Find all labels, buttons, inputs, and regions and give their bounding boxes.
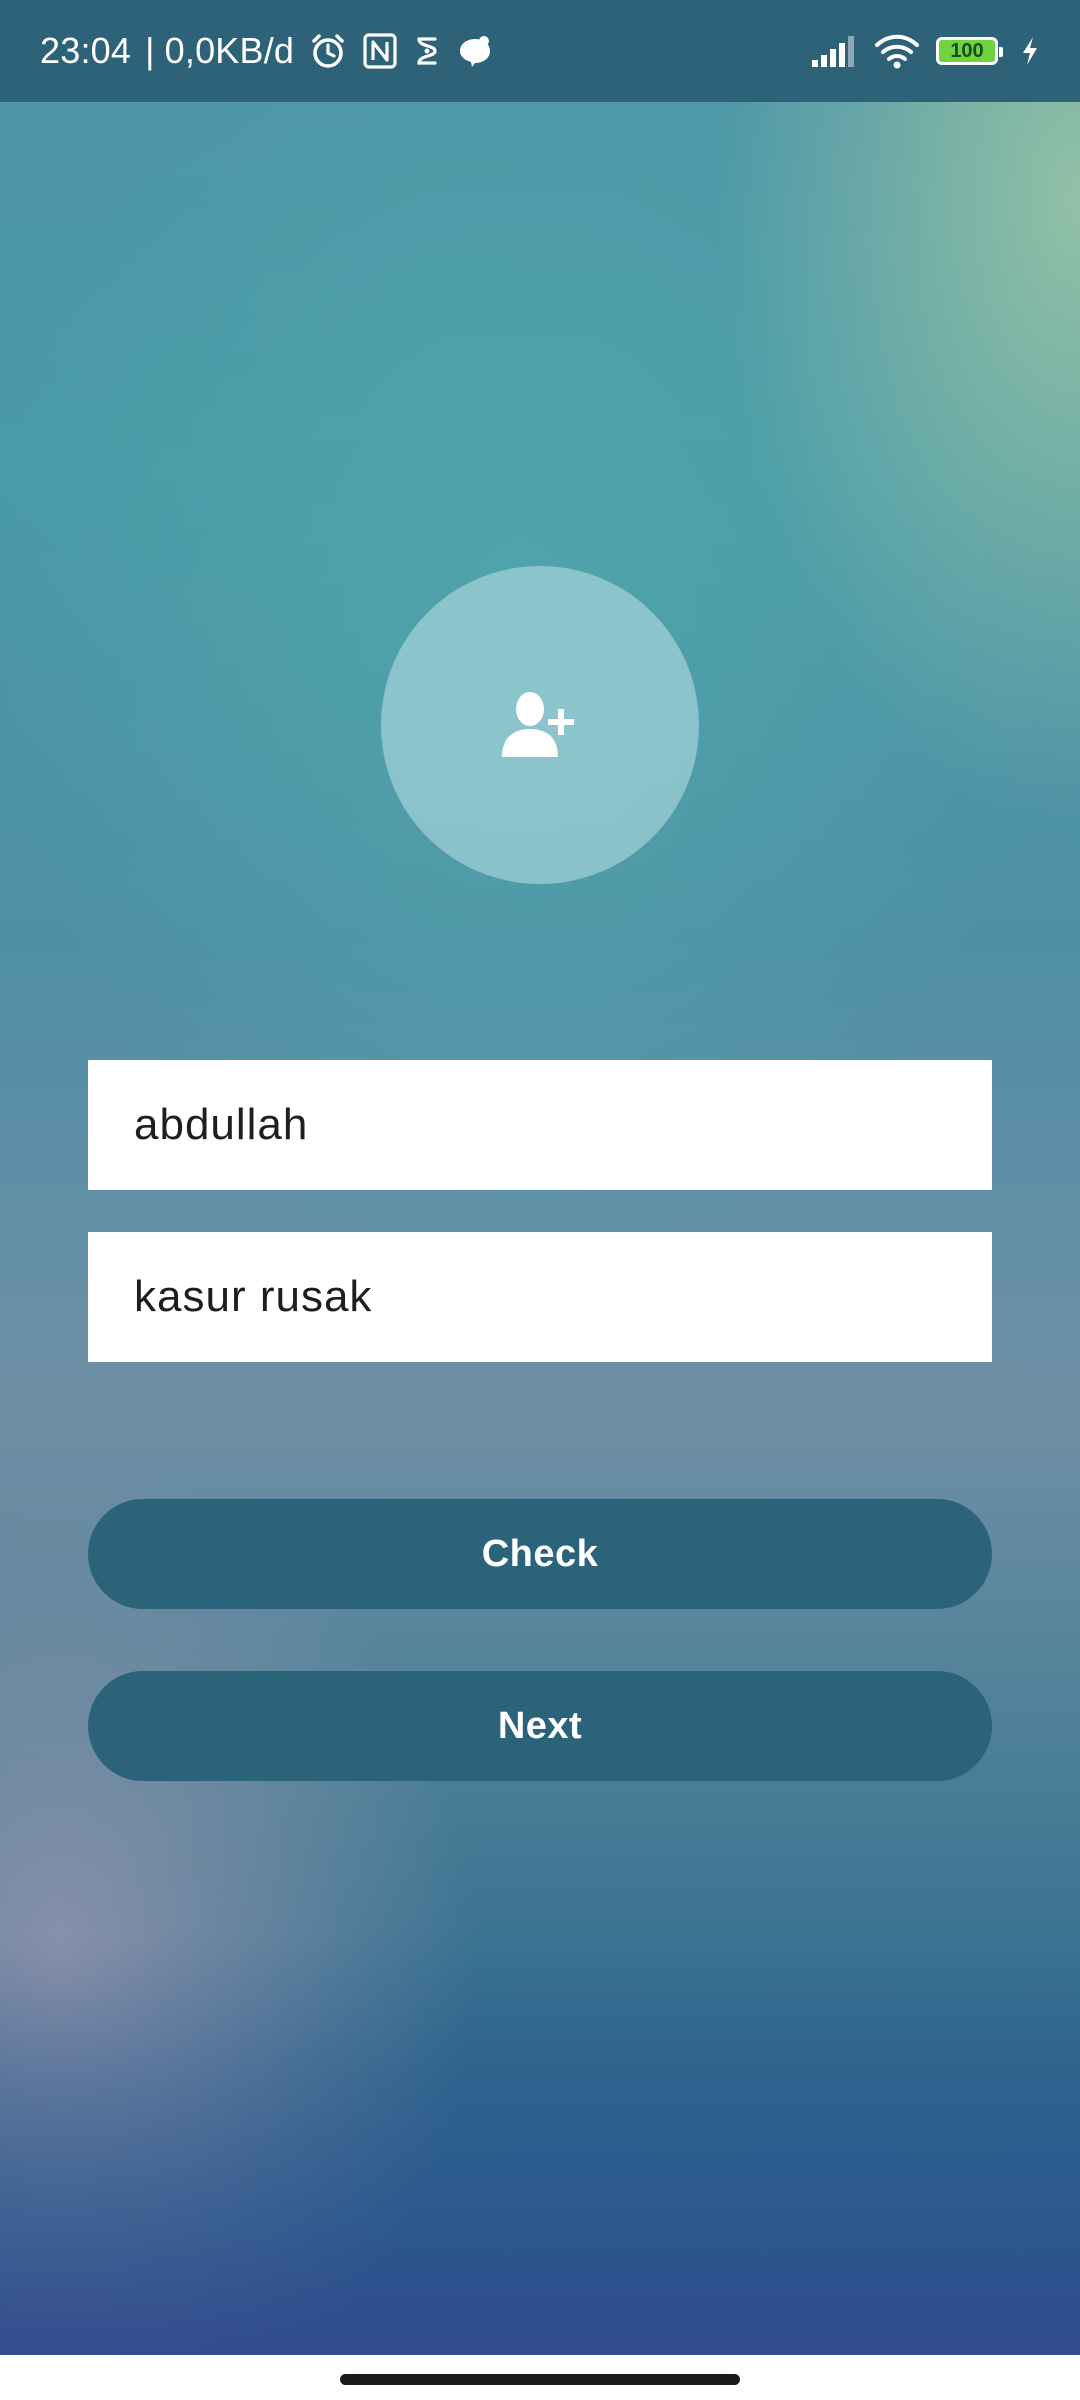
- status-separator: |: [145, 30, 155, 71]
- signal-icon: [810, 34, 858, 68]
- check-button[interactable]: Check: [88, 1499, 992, 1609]
- navigation-bar: [0, 2355, 1080, 2400]
- charging-icon: [1020, 35, 1040, 67]
- alarm-icon: [308, 31, 348, 71]
- next-button-label: Next: [497, 1704, 583, 1747]
- status-time: 23:04: [40, 30, 132, 71]
- add-user-icon: [500, 685, 580, 766]
- network-speed: 0,0KB/d: [164, 30, 295, 71]
- description-input-value: kasur rusak: [134, 1272, 373, 1321]
- status-bar: 23:04 | 0,0KB/d 100: [0, 0, 1080, 102]
- next-button[interactable]: Next: [88, 1671, 992, 1781]
- add-profile-photo-button[interactable]: [381, 566, 699, 884]
- description-input[interactable]: kasur rusak: [88, 1232, 992, 1362]
- screen: 23:04 | 0,0KB/d 100 abdullah kasur rusak…: [0, 0, 1080, 2400]
- check-button-label: Check: [481, 1532, 599, 1575]
- name-input[interactable]: abdullah: [88, 1060, 992, 1190]
- nfc-icon: [362, 32, 398, 70]
- wifi-icon: [874, 33, 920, 69]
- status-left: 23:04 | 0,0KB/d: [40, 30, 494, 72]
- status-right: 100: [810, 33, 1040, 69]
- name-input-value: abdullah: [134, 1100, 309, 1149]
- notification-app-icon: [412, 33, 442, 69]
- notification-app-icon-2: [456, 33, 494, 69]
- home-indicator[interactable]: [340, 2374, 740, 2385]
- battery-icon: 100: [936, 37, 1003, 65]
- battery-level: 100: [950, 39, 984, 62]
